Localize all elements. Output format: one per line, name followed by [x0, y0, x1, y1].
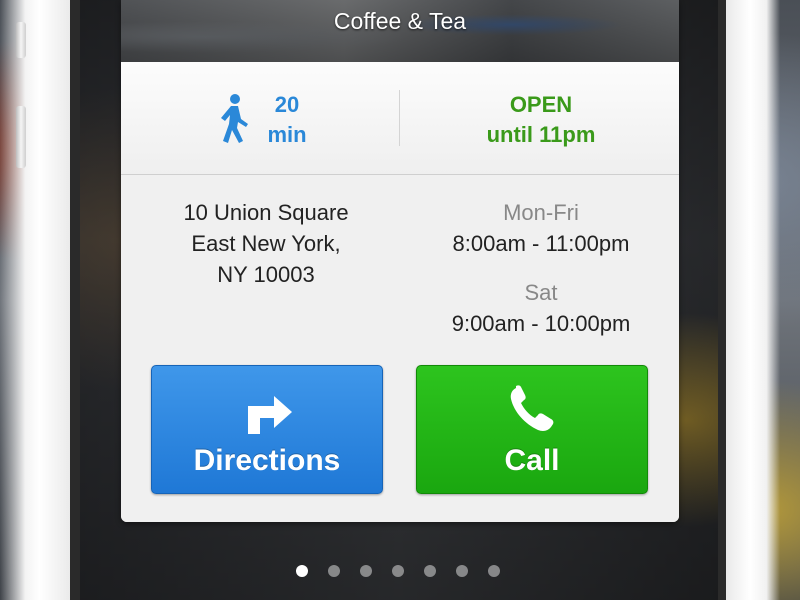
hours-time: 9:00am - 10:00pm — [451, 311, 631, 336]
directions-label: Directions — [193, 444, 341, 477]
page-dot[interactable] — [456, 565, 468, 577]
call-label: Call — [504, 444, 560, 477]
walk-unit: min — [267, 122, 307, 147]
mute-switch — [16, 22, 26, 58]
open-until: until 11pm — [486, 122, 596, 147]
place-photo: Coffee & Tea — [121, 0, 679, 62]
place-card: Coffee & Tea 20 min OPEN until 11pm 10 U… — [121, 0, 679, 522]
info-section: 10 Union Square East New York, NY 10003 … — [121, 175, 679, 522]
opening-hours: Mon-Fri 8:00am - 11:00pm Sat 9:00am - 10… — [416, 197, 666, 339]
page-dot[interactable] — [360, 565, 372, 577]
phone-frame-left — [0, 0, 72, 600]
walk-time: 20 min — [255, 90, 319, 150]
address-line1: 10 Union Square — [183, 200, 349, 225]
hours-day: Mon-Fri — [503, 200, 579, 225]
hours-day: Sat — [524, 280, 558, 305]
bezel-left — [70, 0, 80, 600]
phone-device: Coffee & Tea 20 min OPEN until 11pm 10 U… — [0, 0, 800, 600]
place-category: Coffee & Tea — [333, 8, 467, 34]
address-line3: NY 10003 — [217, 262, 315, 287]
address-line2: East New York, — [191, 231, 341, 256]
page-dot[interactable] — [424, 565, 436, 577]
page-dot[interactable] — [488, 565, 500, 577]
open-label: OPEN — [509, 92, 573, 117]
phone-frame-right — [726, 0, 780, 600]
volume-up-button — [16, 106, 26, 168]
open-status: OPEN until 11pm — [421, 90, 661, 150]
page-dot[interactable] — [392, 565, 404, 577]
page-dot[interactable] — [328, 565, 340, 577]
page-dot[interactable] — [296, 565, 308, 577]
hours-time: 8:00am - 11:00pm — [452, 231, 630, 256]
status-row: 20 min OPEN until 11pm — [121, 62, 679, 175]
phone-handset-icon — [510, 385, 554, 431]
status-divider — [399, 90, 400, 146]
directions-button[interactable]: Directions — [151, 365, 383, 494]
walk-minutes: 20 — [274, 92, 300, 117]
walking-person-icon — [221, 94, 248, 143]
call-button[interactable]: Call — [416, 365, 648, 494]
address: 10 Union Square East New York, NY 10003 — [141, 197, 391, 290]
turn-right-arrow-icon — [248, 396, 292, 434]
